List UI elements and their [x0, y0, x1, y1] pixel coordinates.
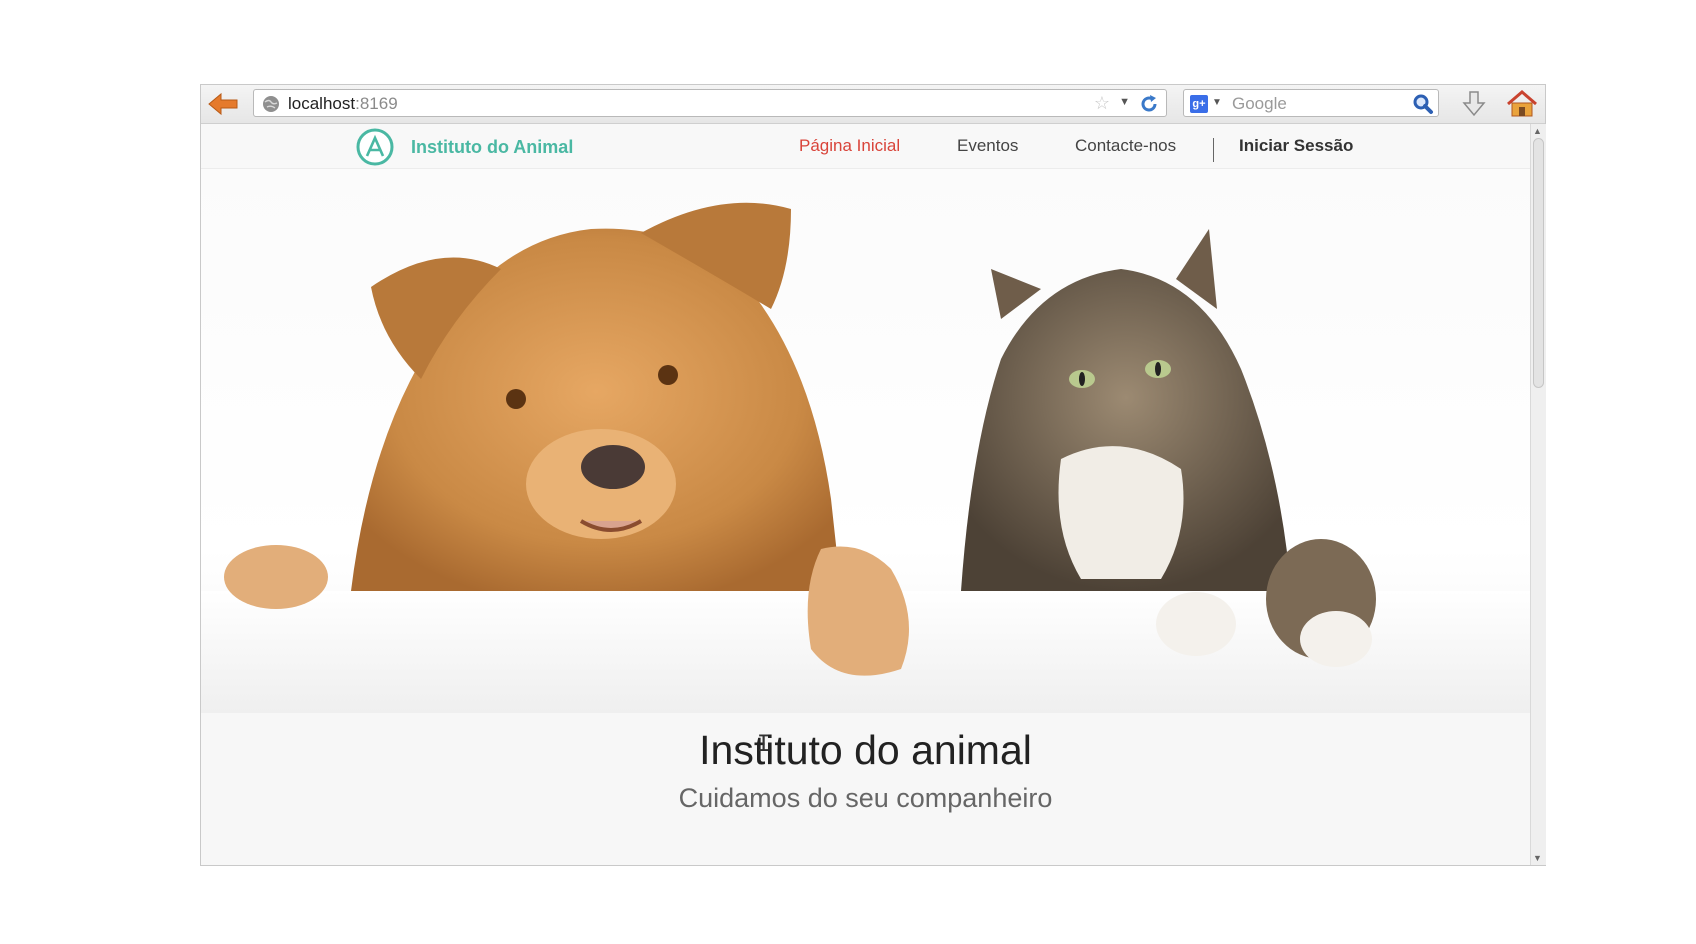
url-port: :8169 — [355, 94, 398, 113]
scroll-up-icon[interactable]: ▲ — [1533, 126, 1542, 136]
site-navbar: Instituto do Animal Página Inicial Event… — [201, 124, 1530, 169]
url-host: localhost — [288, 94, 356, 113]
home-icon[interactable] — [1505, 89, 1539, 119]
chevron-down-icon[interactable]: ▼ — [1212, 97, 1222, 108]
search-input[interactable] — [1230, 93, 1394, 115]
reload-icon[interactable] — [1138, 93, 1160, 115]
google-plus-icon[interactable]: g+ — [1190, 95, 1208, 113]
scroll-down-icon[interactable]: ▼ — [1533, 853, 1542, 863]
page-viewport: Instituto do Animal Página Inicial Event… — [201, 124, 1530, 865]
dog-and-cat-photo — [201, 202, 1530, 713]
text-cursor-icon: I — [757, 732, 771, 757]
browser-window: localhost:8169 ☆ ▼ g+ ▼ Google Instituto… — [200, 84, 1546, 866]
browser-toolbar: localhost:8169 ☆ ▼ g+ ▼ — [201, 85, 1545, 124]
nav-contact[interactable]: Contacte-nos — [1075, 136, 1176, 156]
hero-banner — [201, 169, 1530, 713]
hero-title: Instituto do animal — [699, 727, 1032, 773]
nav-events[interactable]: Eventos — [957, 136, 1018, 156]
download-arrow-icon[interactable] — [1459, 89, 1489, 119]
nav-login[interactable]: Iniciar Sessão — [1239, 136, 1353, 156]
chevron-down-icon[interactable]: ▼ — [1119, 96, 1130, 108]
magnifier-icon[interactable] — [1412, 93, 1434, 115]
nav-divider — [1213, 138, 1214, 162]
brand-name: Instituto do Animal — [411, 137, 574, 157]
back-arrow-icon[interactable] — [205, 91, 241, 117]
vertical-scrollbar[interactable]: ▲ ▼ — [1530, 124, 1546, 865]
search-bar[interactable]: g+ ▼ — [1183, 89, 1439, 117]
address-text[interactable]: localhost:8169 — [288, 94, 398, 114]
nav-home[interactable]: Página Inicial — [799, 136, 900, 156]
hero-subtitle: Cuidamos do seu companheiro — [678, 783, 1053, 813]
address-bar[interactable]: localhost:8169 ☆ ▼ — [253, 89, 1167, 117]
brand-logo-icon — [356, 128, 394, 166]
hero-caption: Instituto do animal Cuidamos do seu comp… — [201, 713, 1530, 865]
star-icon[interactable]: ☆ — [1094, 93, 1110, 113]
scroll-thumb[interactable] — [1533, 138, 1544, 388]
globe-icon — [263, 96, 279, 112]
